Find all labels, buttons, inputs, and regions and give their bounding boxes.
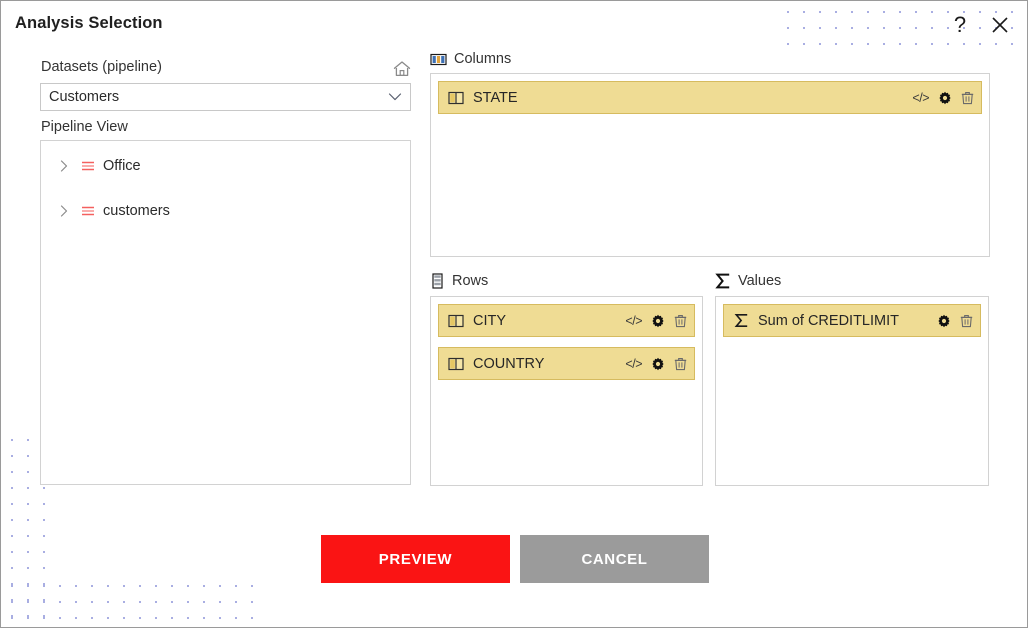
- sigma-icon: [715, 273, 731, 289]
- field-chip-actions: </>: [912, 91, 974, 105]
- chevron-down-icon: [388, 93, 402, 101]
- help-button[interactable]: ?: [945, 10, 975, 40]
- dataset-select-chevron: [380, 92, 410, 102]
- columns-icon: [430, 52, 447, 67]
- trash-icon[interactable]: [961, 91, 974, 105]
- code-icon[interactable]: </>: [912, 91, 929, 105]
- trash-icon[interactable]: [960, 314, 973, 328]
- columns-zone-header: Columns: [430, 51, 511, 67]
- trash-icon[interactable]: [674, 314, 687, 328]
- field-chip-city[interactable]: CITY </>: [438, 304, 695, 337]
- field-chip-actions: [937, 314, 973, 328]
- analysis-selection-dialog: Analysis Selection ? Datasets (pipeline)…: [0, 0, 1028, 628]
- field-chip-label: Sum of CREDITLIMIT: [758, 312, 899, 329]
- pipeline-view-label: Pipeline View: [41, 119, 128, 135]
- home-button[interactable]: [390, 57, 414, 81]
- gear-icon[interactable]: [937, 314, 951, 328]
- tree-item-label: Office: [103, 158, 141, 174]
- values-zone-title: Values: [738, 273, 782, 289]
- column-field-icon: [447, 357, 465, 371]
- rows-zone-header: Rows: [430, 273, 488, 289]
- rows-zone-title: Rows: [452, 273, 489, 289]
- chevron-right-icon[interactable]: [53, 159, 75, 173]
- field-chip-sum-of-creditlimit[interactable]: Sum of CREDITLIMIT: [723, 304, 981, 337]
- cancel-button[interactable]: CANCEL: [520, 535, 709, 583]
- dataset-select-value: Customers: [49, 89, 120, 105]
- field-chip-label: STATE: [473, 89, 518, 106]
- code-icon[interactable]: </>: [625, 357, 642, 371]
- tree-item-label: customers: [103, 203, 170, 219]
- code-icon[interactable]: </>: [625, 314, 642, 328]
- field-chip-label: COUNTRY: [473, 355, 545, 372]
- datasets-label: Datasets (pipeline): [41, 59, 162, 75]
- field-chip-label: CITY: [473, 312, 507, 329]
- column-field-icon: [447, 314, 465, 328]
- close-icon: [992, 17, 1008, 33]
- rows-drop-zone[interactable]: CITY </> COUNTRY </>: [430, 296, 703, 486]
- values-zone-header: Values: [715, 273, 781, 289]
- gear-icon[interactable]: [651, 314, 665, 328]
- gear-icon[interactable]: [651, 357, 665, 371]
- question-mark-icon: ?: [953, 12, 967, 37]
- close-button[interactable]: [985, 10, 1015, 40]
- field-chip-actions: </>: [625, 314, 687, 328]
- page-title: Analysis Selection: [15, 14, 163, 32]
- trash-icon[interactable]: [674, 357, 687, 371]
- preview-button[interactable]: PREVIEW: [321, 535, 510, 583]
- tree-item-office[interactable]: Office: [41, 151, 410, 181]
- home-icon: [393, 61, 411, 77]
- title-bar: Analysis Selection ?: [1, 1, 1027, 49]
- chevron-right-icon[interactable]: [53, 204, 75, 218]
- field-chip-state[interactable]: STATE </>: [438, 81, 982, 114]
- column-field-icon: [447, 91, 465, 105]
- gear-icon[interactable]: [938, 91, 952, 105]
- tree-item-customers[interactable]: customers: [41, 196, 410, 226]
- columns-zone-title: Columns: [454, 51, 512, 67]
- pipeline-tree: Office customers: [40, 140, 411, 485]
- rows-icon: [430, 273, 445, 289]
- values-drop-zone[interactable]: Sum of CREDITLIMIT: [715, 296, 989, 486]
- sigma-field-icon: [732, 313, 750, 328]
- dot-pattern-bottom-left-horizontal: [1, 575, 259, 627]
- columns-drop-zone[interactable]: STATE </>: [430, 73, 990, 257]
- field-chip-actions: </>: [625, 357, 687, 371]
- table-lines-icon: [77, 159, 99, 173]
- table-lines-icon: [77, 204, 99, 218]
- field-chip-country[interactable]: COUNTRY </>: [438, 347, 695, 380]
- dataset-select[interactable]: Customers: [40, 83, 411, 111]
